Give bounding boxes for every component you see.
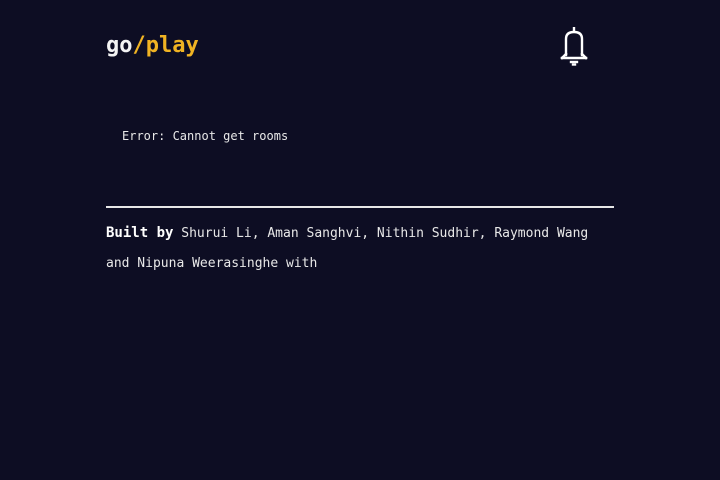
built-by-label: Built by [106,225,174,241]
logo-go: go [106,33,133,58]
error-message: Error: Cannot get rooms [122,129,289,143]
app-logo[interactable]: go/play [106,32,199,60]
credits-text: Shurui Li, Aman Sanghvi, Nithin Sudhir, … [106,226,589,271]
credits: Built by Shurui Li, Aman Sanghvi, Nithin… [106,218,614,279]
footer-divider [106,206,614,208]
notifications-button[interactable] [559,27,589,67]
logo-play: play [145,33,199,58]
bell-icon [559,27,589,67]
logo-slash: / [132,33,146,58]
